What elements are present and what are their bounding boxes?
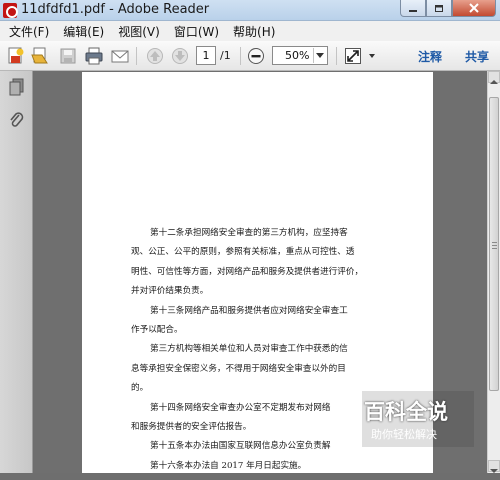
document-line: 作予以配合。 (131, 324, 183, 335)
menu-edit[interactable]: 编辑(E) (58, 23, 109, 40)
close-icon (469, 3, 479, 13)
document-line: 第十四条网络安全审查办公室不定期发布对网络 (150, 402, 331, 413)
grip-line (492, 248, 497, 249)
fit-page-button[interactable] (343, 46, 363, 66)
fit-page-icon (345, 48, 361, 64)
chevron-down-icon (490, 469, 498, 473)
print-button[interactable] (84, 46, 104, 66)
close-button[interactable] (452, 0, 496, 17)
zoom-value: 50% (285, 49, 310, 62)
pages-icon (9, 78, 24, 96)
share-button[interactable]: 共享 (465, 48, 489, 65)
watermark-subtitle: 助你轻松解决 (371, 428, 437, 441)
document-line: 第三方机构等相关单位和人员对审查工作中获悉的信 (150, 344, 348, 355)
page-total-label: /1 (220, 49, 231, 62)
document-line: 并对评价结果负责。 (131, 286, 209, 297)
zoom-chevron-down-icon (313, 48, 326, 63)
window-controls (400, 0, 496, 18)
document-line: 的。 (131, 383, 149, 394)
app-window: 11dfdfd1.pdf - Adobe Reader 文件(F) 编辑(E) … (0, 0, 500, 473)
adobe-reader-icon (3, 3, 18, 18)
document-line: 第十五条本办法由国家互联网信息办公室负责解 (150, 441, 331, 452)
grip-line (492, 245, 497, 246)
open-button[interactable] (30, 46, 50, 66)
menu-bar: 文件(F) 编辑(E) 视图(V) 窗口(W) 帮助(H) (0, 21, 500, 41)
navigation-panel (0, 71, 33, 473)
window-title: 11dfdfd1.pdf - Adobe Reader (21, 2, 210, 17)
menu-file[interactable]: 文件(F) (4, 23, 54, 40)
next-page-button[interactable] (170, 46, 190, 66)
document-line: 和服务提供者的安全评估报告。 (131, 421, 252, 432)
menu-view[interactable]: 视图(V) (113, 23, 165, 40)
attachments-panel-button[interactable] (7, 111, 26, 131)
toolbar-separator (136, 47, 137, 65)
document-line: 明性、可信性等方面，对网络产品和服务及提供者进行评价， (131, 266, 364, 277)
comment-button[interactable]: 注释 (418, 48, 442, 65)
document-line: 第十六条本办法自 2017 年月日起实施。 (150, 460, 307, 471)
minimize-button[interactable] (400, 0, 426, 17)
attachments-icon (10, 112, 24, 127)
document-line: 息等承担安全保密义务，不得用于网络安全审查以外的目 (131, 363, 346, 374)
create-pdf-icon (8, 47, 24, 64)
create-pdf-button[interactable] (6, 46, 26, 66)
document-line: 第十二条承担网络安全审查的第三方机构，应坚持客 (150, 228, 348, 238)
grip-line (492, 242, 497, 243)
email-icon (111, 50, 129, 63)
scroll-thumb[interactable] (489, 97, 499, 391)
restore-icon (435, 5, 443, 12)
scroll-down-button[interactable] (488, 460, 500, 473)
previous-page-icon (147, 48, 163, 64)
toolbar-separator (240, 47, 241, 65)
chevron-up-icon (490, 80, 498, 84)
save-icon (60, 48, 76, 64)
pages-panel-button[interactable] (7, 77, 26, 97)
vertical-scrollbar[interactable] (487, 71, 500, 473)
title-bar: 11dfdfd1.pdf - Adobe Reader (0, 0, 500, 21)
zoom-select[interactable]: 50% (272, 46, 328, 65)
print-icon (85, 47, 103, 65)
minimize-icon (409, 10, 417, 12)
next-page-icon (172, 48, 188, 64)
page-number-input[interactable]: 1 (196, 46, 216, 65)
menu-window[interactable]: 窗口(W) (169, 23, 224, 40)
zoom-dropdown-icon (369, 54, 375, 58)
menu-help[interactable]: 帮助(H) (228, 23, 280, 40)
document-line: 第十三条网络产品和服务提供者应对网络安全审查工 (150, 305, 348, 316)
previous-page-button[interactable] (145, 46, 165, 66)
toolbar-separator (336, 47, 337, 65)
open-icon (31, 47, 48, 64)
document-text: 第十二条承担网络安全审查的第三方机构，应坚持客观、公正、公平的原则，参照有关标准… (131, 224, 377, 476)
email-button[interactable] (110, 46, 130, 66)
scroll-up-button[interactable] (488, 71, 500, 84)
save-button[interactable] (58, 46, 78, 66)
zoom-out-icon (248, 48, 264, 64)
restore-button[interactable] (426, 0, 452, 17)
zoom-dropdown-button[interactable] (366, 46, 378, 66)
watermark-title: 百科全说 (364, 400, 448, 424)
zoom-out-button[interactable] (246, 46, 266, 66)
document-line: 观、公正、公平的原则，参照有关标准，重点从可控性、透 (131, 247, 355, 258)
